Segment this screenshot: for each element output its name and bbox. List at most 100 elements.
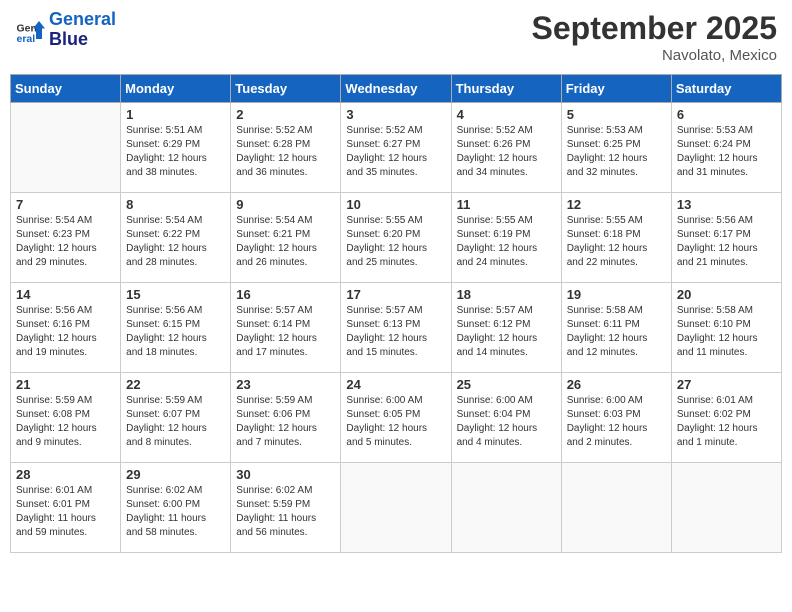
day-info: Sunrise: 5:56 AM Sunset: 6:17 PM Dayligh… bbox=[677, 214, 776, 270]
day-number: 11 bbox=[457, 197, 556, 212]
day-number: 18 bbox=[457, 287, 556, 302]
day-info: Sunrise: 5:53 AM Sunset: 6:25 PM Dayligh… bbox=[567, 124, 666, 180]
day-header-thursday: Thursday bbox=[451, 75, 561, 103]
calendar-cell: 5 Sunrise: 5:53 AM Sunset: 6:25 PM Daylig… bbox=[561, 103, 671, 193]
day-info: Sunrise: 5:55 AM Sunset: 6:19 PM Dayligh… bbox=[457, 214, 556, 270]
day-info: Sunrise: 5:57 AM Sunset: 6:13 PM Dayligh… bbox=[346, 304, 445, 360]
calendar-cell: 21 Sunrise: 5:59 AM Sunset: 6:08 PM Dayli… bbox=[11, 373, 121, 463]
calendar-cell: 7 Sunrise: 5:54 AM Sunset: 6:23 PM Daylig… bbox=[11, 193, 121, 283]
calendar-cell: 24 Sunrise: 6:00 AM Sunset: 6:05 PM Dayli… bbox=[341, 373, 451, 463]
week-row-4: 21 Sunrise: 5:59 AM Sunset: 6:08 PM Dayli… bbox=[11, 373, 782, 463]
day-info: Sunrise: 6:00 AM Sunset: 6:03 PM Dayligh… bbox=[567, 394, 666, 450]
day-number: 19 bbox=[567, 287, 666, 302]
calendar-cell: 29 Sunrise: 6:02 AM Sunset: 6:00 PM Dayli… bbox=[121, 463, 231, 553]
logo-text: GeneralBlue bbox=[49, 10, 116, 50]
calendar-cell: 26Sunrise: 6:00 AM Sunset: 6:03 PM Dayli… bbox=[561, 373, 671, 463]
day-info: Sunrise: 5:56 AM Sunset: 6:16 PM Dayligh… bbox=[16, 304, 115, 360]
calendar-cell: 17 Sunrise: 5:57 AM Sunset: 6:13 PM Dayli… bbox=[341, 283, 451, 373]
day-info: Sunrise: 5:52 AM Sunset: 6:28 PM Dayligh… bbox=[236, 124, 335, 180]
day-info: Sunrise: 5:59 AM Sunset: 6:08 PM Dayligh… bbox=[16, 394, 115, 450]
location: Navolato, Mexico bbox=[532, 47, 777, 64]
day-number: 25 bbox=[457, 377, 556, 392]
day-header-monday: Monday bbox=[121, 75, 231, 103]
day-header-friday: Friday bbox=[561, 75, 671, 103]
calendar-cell bbox=[671, 463, 781, 553]
day-info: Sunrise: 5:51 AM Sunset: 6:29 PM Dayligh… bbox=[126, 124, 225, 180]
calendar-cell: 1 Sunrise: 5:51 AM Sunset: 6:29 PM Daylig… bbox=[121, 103, 231, 193]
calendar-cell: 12 Sunrise: 5:55 AM Sunset: 6:18 PM Dayli… bbox=[561, 193, 671, 283]
day-number: 22 bbox=[126, 377, 225, 392]
day-number: 12 bbox=[567, 197, 666, 212]
calendar-cell: 16 Sunrise: 5:57 AM Sunset: 6:14 PM Dayli… bbox=[231, 283, 341, 373]
day-info: Sunrise: 6:02 AM Sunset: 5:59 PM Dayligh… bbox=[236, 484, 335, 540]
calendar-header-row: SundayMondayTuesdayWednesdayThursdayFrid… bbox=[11, 75, 782, 103]
logo-icon: Gen eral bbox=[15, 15, 45, 45]
calendar-cell: 13 Sunrise: 5:56 AM Sunset: 6:17 PM Dayli… bbox=[671, 193, 781, 283]
calendar-cell: 27 Sunrise: 6:01 AM Sunset: 6:02 PM Dayli… bbox=[671, 373, 781, 463]
calendar-table: SundayMondayTuesdayWednesdayThursdayFrid… bbox=[10, 74, 782, 553]
logo: Gen eral GeneralBlue bbox=[15, 10, 116, 50]
day-number: 13 bbox=[677, 197, 776, 212]
day-info: Sunrise: 5:57 AM Sunset: 6:12 PM Dayligh… bbox=[457, 304, 556, 360]
day-info: Sunrise: 5:58 AM Sunset: 6:10 PM Dayligh… bbox=[677, 304, 776, 360]
day-info: Sunrise: 5:57 AM Sunset: 6:14 PM Dayligh… bbox=[236, 304, 335, 360]
calendar-cell: 3Sunrise: 5:52 AM Sunset: 6:27 PM Daylig… bbox=[341, 103, 451, 193]
day-info: Sunrise: 5:59 AM Sunset: 6:06 PM Dayligh… bbox=[236, 394, 335, 450]
calendar-cell: 4 Sunrise: 5:52 AM Sunset: 6:26 PM Daylig… bbox=[451, 103, 561, 193]
calendar-cell: 30 Sunrise: 6:02 AM Sunset: 5:59 PM Dayli… bbox=[231, 463, 341, 553]
day-header-wednesday: Wednesday bbox=[341, 75, 451, 103]
calendar-cell bbox=[11, 103, 121, 193]
calendar-cell bbox=[451, 463, 561, 553]
day-info: Sunrise: 6:00 AM Sunset: 6:04 PM Dayligh… bbox=[457, 394, 556, 450]
calendar-cell: 14Sunrise: 5:56 AM Sunset: 6:16 PM Dayli… bbox=[11, 283, 121, 373]
calendar-cell: 20Sunrise: 5:58 AM Sunset: 6:10 PM Dayli… bbox=[671, 283, 781, 373]
day-number: 3 bbox=[346, 107, 445, 122]
day-info: Sunrise: 5:55 AM Sunset: 6:18 PM Dayligh… bbox=[567, 214, 666, 270]
day-header-sunday: Sunday bbox=[11, 75, 121, 103]
calendar-cell: 10 Sunrise: 5:55 AM Sunset: 6:20 PM Dayli… bbox=[341, 193, 451, 283]
calendar-cell: 25 Sunrise: 6:00 AM Sunset: 6:04 PM Dayli… bbox=[451, 373, 561, 463]
week-row-3: 14Sunrise: 5:56 AM Sunset: 6:16 PM Dayli… bbox=[11, 283, 782, 373]
calendar-cell: 9Sunrise: 5:54 AM Sunset: 6:21 PM Daylig… bbox=[231, 193, 341, 283]
calendar-cell: 11 Sunrise: 5:55 AM Sunset: 6:19 PM Dayli… bbox=[451, 193, 561, 283]
calendar-cell: 23Sunrise: 5:59 AM Sunset: 6:06 PM Dayli… bbox=[231, 373, 341, 463]
week-row-1: 1 Sunrise: 5:51 AM Sunset: 6:29 PM Daylig… bbox=[11, 103, 782, 193]
day-number: 24 bbox=[346, 377, 445, 392]
day-number: 27 bbox=[677, 377, 776, 392]
calendar-cell: 15Sunrise: 5:56 AM Sunset: 6:15 PM Dayli… bbox=[121, 283, 231, 373]
day-number: 1 bbox=[126, 107, 225, 122]
day-number: 4 bbox=[457, 107, 556, 122]
day-number: 5 bbox=[567, 107, 666, 122]
day-number: 17 bbox=[346, 287, 445, 302]
day-header-saturday: Saturday bbox=[671, 75, 781, 103]
svg-text:eral: eral bbox=[17, 33, 36, 45]
day-info: Sunrise: 5:54 AM Sunset: 6:23 PM Dayligh… bbox=[16, 214, 115, 270]
day-number: 30 bbox=[236, 467, 335, 482]
day-number: 15 bbox=[126, 287, 225, 302]
day-info: Sunrise: 5:52 AM Sunset: 6:26 PM Dayligh… bbox=[457, 124, 556, 180]
day-info: Sunrise: 6:00 AM Sunset: 6:05 PM Dayligh… bbox=[346, 394, 445, 450]
calendar-cell: 28 Sunrise: 6:01 AM Sunset: 6:01 PM Dayli… bbox=[11, 463, 121, 553]
day-info: Sunrise: 5:54 AM Sunset: 6:21 PM Dayligh… bbox=[236, 214, 335, 270]
day-info: Sunrise: 6:01 AM Sunset: 6:02 PM Dayligh… bbox=[677, 394, 776, 450]
day-number: 29 bbox=[126, 467, 225, 482]
day-header-tuesday: Tuesday bbox=[231, 75, 341, 103]
day-number: 7 bbox=[16, 197, 115, 212]
day-number: 2 bbox=[236, 107, 335, 122]
day-number: 6 bbox=[677, 107, 776, 122]
day-info: Sunrise: 5:54 AM Sunset: 6:22 PM Dayligh… bbox=[126, 214, 225, 270]
calendar-cell: 8Sunrise: 5:54 AM Sunset: 6:22 PM Daylig… bbox=[121, 193, 231, 283]
week-row-5: 28 Sunrise: 6:01 AM Sunset: 6:01 PM Dayli… bbox=[11, 463, 782, 553]
day-number: 10 bbox=[346, 197, 445, 212]
day-number: 21 bbox=[16, 377, 115, 392]
day-number: 16 bbox=[236, 287, 335, 302]
calendar-cell: 19Sunrise: 5:58 AM Sunset: 6:11 PM Dayli… bbox=[561, 283, 671, 373]
title-block: September 2025 Navolato, Mexico bbox=[532, 10, 777, 64]
calendar-cell: 18 Sunrise: 5:57 AM Sunset: 6:12 PM Dayli… bbox=[451, 283, 561, 373]
day-info: Sunrise: 6:01 AM Sunset: 6:01 PM Dayligh… bbox=[16, 484, 115, 540]
day-info: Sunrise: 5:55 AM Sunset: 6:20 PM Dayligh… bbox=[346, 214, 445, 270]
day-number: 28 bbox=[16, 467, 115, 482]
calendar-cell: 22Sunrise: 5:59 AM Sunset: 6:07 PM Dayli… bbox=[121, 373, 231, 463]
day-info: Sunrise: 6:02 AM Sunset: 6:00 PM Dayligh… bbox=[126, 484, 225, 540]
month-title: September 2025 bbox=[532, 10, 777, 47]
